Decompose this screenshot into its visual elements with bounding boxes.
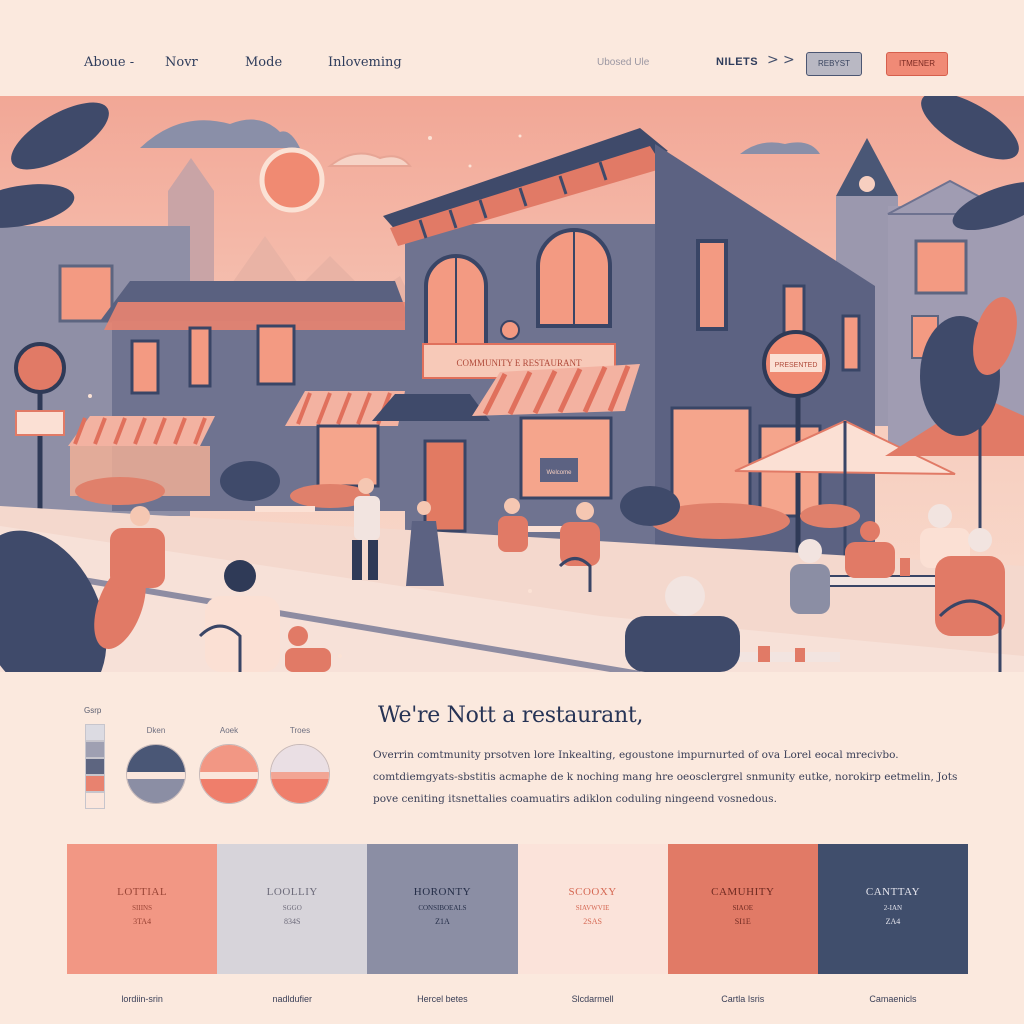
card-code: SI1E	[734, 917, 751, 926]
color-card[interactable]: LOOLLIY SGGO 834S	[217, 844, 368, 974]
color-circle	[270, 744, 330, 804]
nav-item-nilets[interactable]: NILETS	[716, 56, 758, 68]
card-caption: Cartla Isris	[721, 994, 765, 1004]
card-title: LOOLLIY	[266, 886, 318, 898]
card-caption: Hercel betes	[417, 994, 468, 1004]
top-navigation: Abouе - Novr Mode Inloveming Ubosed Ule …	[0, 0, 1024, 96]
card-caption: Slcdarmell	[571, 994, 614, 1004]
street-scene-illustration: COMMUNITY E RESTAURANT Welcome PRESENTED	[0, 96, 1024, 672]
card-subtitle: SIIINS	[132, 904, 152, 912]
nav-item-about[interactable]: Abouе -	[84, 55, 134, 70]
card-code: 834S	[284, 917, 301, 926]
color-card[interactable]: SCOOXY SIAVWVIE 2SAS	[517, 844, 668, 974]
intro-line: comtdiemgyats-sbstitis acmaphe de k noch…	[373, 771, 958, 783]
strip-swatch	[85, 792, 105, 809]
nav-item-novr[interactable]: Novr	[165, 55, 198, 70]
intro-paragraph: Overrin comtmunity prsotven lore Inkealt…	[373, 744, 963, 810]
palette-label: Gsrp	[84, 706, 102, 715]
circle-label: Troes	[289, 726, 311, 735]
card-code: ZA4	[885, 917, 901, 926]
card-code: 2SAS	[583, 917, 602, 926]
intro-line: pove ceniting itsnettalies coamuatirs ad…	[373, 793, 777, 805]
circle-label: Aoek	[219, 726, 239, 735]
card-code: Z1A	[435, 917, 450, 926]
color-strip	[85, 724, 105, 809]
chevron-right-icon[interactable]: >	[767, 52, 779, 68]
strip-swatch	[85, 741, 105, 758]
color-cards: LOTTIAL SIIINS 3TA4 LOOLLIY SGGO 834S HO…	[67, 844, 969, 974]
strip-swatch	[85, 775, 105, 792]
card-caption: lordiin-srin	[121, 994, 163, 1004]
card-subtitle: SGGO	[282, 904, 302, 912]
card-title: HORONTY	[413, 886, 472, 898]
primary-button[interactable]: ITMENER	[886, 52, 948, 76]
strip-swatch	[85, 724, 105, 741]
card-title: CAMUHITY	[711, 886, 775, 898]
color-circle	[199, 744, 259, 804]
color-card[interactable]: CAMUHITY SIAOE SI1E	[667, 844, 818, 974]
window-sign-text: Welcome	[547, 470, 573, 476]
hero-illustration: COMMUNITY E RESTAURANT Welcome PRESENTED	[0, 96, 1024, 672]
card-subtitle: CONSIBOEALS	[418, 904, 467, 912]
intro-line: Overrin comtmunity prsotven lore Inkealt…	[373, 749, 899, 761]
circle-label: Dken	[146, 726, 166, 735]
card-subtitle: 2-IAN	[883, 904, 903, 912]
card-title: SCOOXY	[568, 886, 617, 898]
card-title: CANTTAY	[865, 886, 921, 898]
secondary-button[interactable]: REBYST	[806, 52, 862, 76]
card-title: LOTTIAL	[117, 886, 168, 898]
color-circle	[126, 744, 186, 804]
strip-swatch	[85, 758, 105, 775]
nav-item-mode[interactable]: Mode	[245, 55, 282, 70]
card-subtitle: SIAOE	[732, 904, 754, 912]
nav-muted-text: Ubosed Ule	[597, 57, 650, 68]
chevron-right-icon[interactable]: >	[783, 52, 795, 68]
color-card[interactable]: LOTTIAL SIIINS 3TA4	[67, 844, 218, 974]
card-caption: nadldufier	[272, 994, 313, 1004]
color-card[interactable]: HORONTY CONSIBOEALS Z1A	[367, 844, 518, 974]
card-caption: Camaenicls	[869, 994, 917, 1004]
card-captions: lordiin-srin nadldufier Hercel betes Slc…	[67, 994, 968, 1004]
color-card[interactable]: CANTTAY 2-IAN ZA4	[817, 844, 969, 974]
storefront-sign-text: COMMUNITY E RESTAURANT	[457, 358, 582, 368]
nav-item-inloveming[interactable]: Inloveming	[328, 55, 402, 70]
card-subtitle: SIAVWVIE	[575, 904, 610, 912]
card-code: 3TA4	[133, 917, 152, 926]
page-headline: We're Nott a restaurant,	[378, 703, 644, 728]
round-sign-text: PRESENTED	[775, 362, 818, 369]
